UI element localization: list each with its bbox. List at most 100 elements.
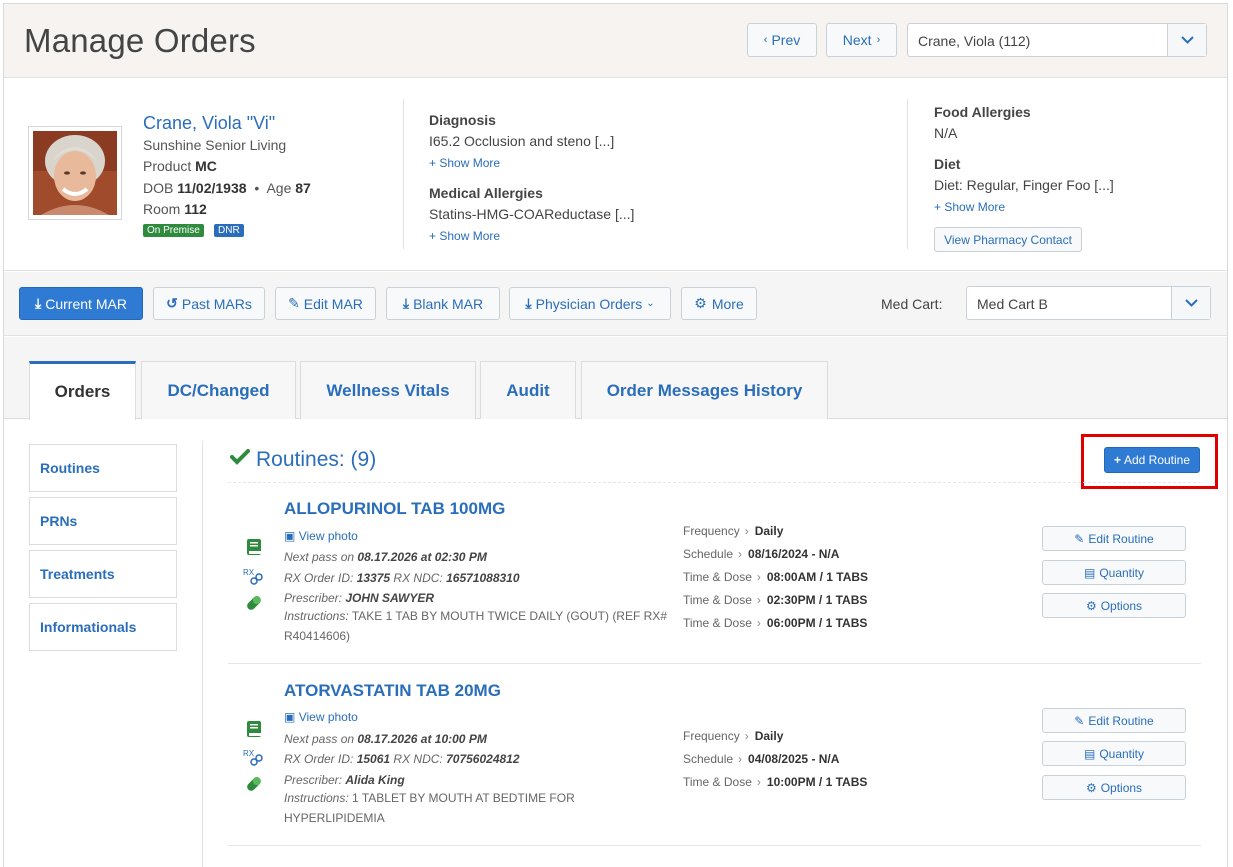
next-pass-value: 08.17.2026 at 10:00 PM [357,732,487,746]
frequency-row: Frequency › Daily [683,524,783,538]
edit-routine-button[interactable]: ✎ Edit Routine [1042,708,1186,733]
more-button[interactable]: ⚙ More [681,287,757,320]
view-photo-link[interactable]: ▣ View photo [284,529,358,543]
add-routine-button[interactable]: + Add Routine [1104,447,1200,473]
diet-show-more-link[interactable]: + Show More [934,200,1005,214]
gear-icon: ⚙ [1085,598,1097,613]
next-label: Next [842,32,872,48]
sidenav-treatments[interactable]: Treatments [29,550,177,598]
past-mars-button[interactable]: ↺ Past MARs [153,287,265,320]
routines-title: Routines: (9) [256,448,377,471]
edit-routine-label: Edit Routine [1088,713,1154,728]
rx-order-label: RX Order ID: [284,571,354,585]
tab-orders[interactable]: Orders [29,361,136,420]
medication-name[interactable]: ALLOPURINOL TAB 100MG [284,499,505,519]
show-more-label: Show More [944,200,1006,214]
frequency-label: Frequency [683,729,740,743]
physician-orders-dropdown[interactable]: ⤓ Physician Orders ⌄ [509,287,671,320]
chevron-right-icon: › [738,547,743,561]
medication-name[interactable]: ATORVASTATIN TAB 20MG [284,681,501,701]
chevron-down-icon[interactable] [1171,287,1210,319]
frequency-value: Daily [754,729,784,743]
chevron-down-icon: ⌄ [646,298,655,309]
med-cart-select[interactable]: Med Cart B [966,286,1211,320]
resident-select[interactable]: Crane, Viola (112) [907,23,1207,57]
tab-dc-changed[interactable]: DC/Changed [141,361,296,419]
chevron-right-icon: › [756,616,761,630]
patient-panel: Crane, Viola "Vi" Sunshine Senior Living… [4,79,1227,271]
svg-text:RX: RX [243,749,255,758]
rx-ndc-label: RX NDC: [393,752,443,766]
quantity-button[interactable]: ▤ Quantity [1042,741,1186,766]
pill-icon[interactable] [244,774,264,797]
next-pass-label: Next pass on [284,732,355,746]
divider [228,663,1201,664]
quantity-button[interactable]: ▤ Quantity [1042,560,1186,585]
book-icon[interactable] [244,537,264,560]
add-routine-label: Add Routine [1123,453,1191,467]
prescriber-line: Prescriber: JOHN SAWYER [284,591,434,605]
edit-mar-button[interactable]: ✎ Edit MAR [275,287,376,320]
blank-mar-button[interactable]: ⤓ Blank MAR [386,287,500,320]
dob-value: 11/02/1938 [177,180,247,196]
rx-order-value: 13375 [356,571,391,585]
current-mar-button[interactable]: ⤓ Current MAR [19,287,143,320]
chevron-down-icon[interactable] [1167,24,1206,56]
rx-link-icon[interactable]: RX [243,567,265,590]
time-dose-row: Time & Dose › 08:00AM / 1 TABS [683,570,868,584]
status-badge-dnr: DNR [214,224,244,237]
medical-allergies-heading: Medical Allergies [429,185,543,201]
options-label: Options [1100,598,1143,613]
patient-facility: Sunshine Senior Living [143,137,287,153]
patient-name[interactable]: Crane, Viola "Vi" [143,113,275,134]
diet-heading: Diet [934,156,961,172]
physician-orders-label: Physician Orders [535,295,643,312]
time-dose-value: 08:00AM / 1 TABS [766,570,869,584]
instructions-line: Instructions: TAKE 1 TAB BY MOUTH TWICE … [284,606,674,646]
product-label: Product [143,158,192,174]
rx-line: RX Order ID: 15061 RX NDC: 70756024812 [284,752,520,766]
blank-mar-label: Blank MAR [413,295,484,312]
tab-order-messages-history[interactable]: Order Messages History [581,361,828,419]
next-pass-line: Next pass on 08.17.2026 at 02:30 PM [284,550,487,564]
patient-photo[interactable] [28,126,122,220]
instructions-label: Instructions: [284,791,349,805]
food-allergies-heading: Food Allergies [934,104,1031,120]
image-icon: ▣ [284,529,296,543]
rx-link-icon[interactable]: RX [243,748,265,771]
view-photo-link[interactable]: ▣ View photo [284,710,358,724]
sidenav-routines[interactable]: Routines [29,444,177,492]
diagnosis-show-more-link[interactable]: + Show More [429,156,500,170]
options-button[interactable]: ⚙ Options [1042,593,1186,618]
edit-routine-button[interactable]: ✎ Edit Routine [1042,526,1186,551]
food-allergies-value: N/A [934,125,958,141]
dob-label: DOB [143,180,174,196]
view-pharmacy-contact-button[interactable]: View Pharmacy Contact [934,227,1082,252]
allergies-show-more-link[interactable]: + Show More [429,229,500,243]
patient-product: Product MC [143,158,217,174]
tab-wellness-vitals[interactable]: Wellness Vitals [300,361,476,419]
next-pass-value: 08.17.2026 at 02:30 PM [357,550,487,564]
options-button[interactable]: ⚙ Options [1042,775,1186,800]
prescriber-value: JOHN SAWYER [345,591,435,605]
plus-icon: + [934,200,942,214]
show-more-label: Show More [439,156,501,170]
current-mar-label: Current MAR [45,295,127,312]
age-value: 87 [295,180,311,196]
pill-icon[interactable] [244,593,264,616]
book-icon[interactable] [244,719,264,742]
time-dose-label: Time & Dose [683,570,752,584]
prev-button[interactable]: ‹ Prev [747,23,817,57]
quantity-label: Quantity [1099,746,1145,761]
pencil-icon: ✎ [1074,713,1085,728]
schedule-value: 08/16/2024 - N/A [748,547,840,561]
plus-icon: + [1113,453,1121,467]
next-button[interactable]: Next › [826,23,897,57]
rx-order-value: 15061 [356,752,391,766]
tab-audit[interactable]: Audit [480,361,576,419]
sidenav-prns[interactable]: PRNs [29,497,177,545]
view-photo-label: View photo [298,529,358,543]
med-cart-label: Med Cart: [881,296,943,312]
sidenav-informationals[interactable]: Informationals [29,603,177,651]
time-dose-value: 02:30PM / 1 TABS [766,593,868,607]
